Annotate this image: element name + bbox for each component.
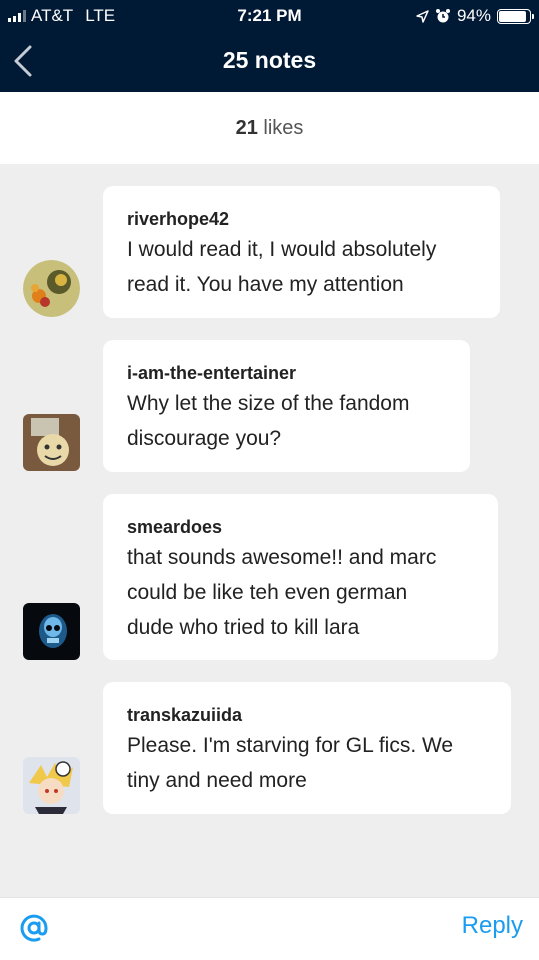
top-bar: AT&T LTE 7:21 PM 94% 25 notes — [0, 0, 539, 92]
note-line: Please. I'm starving for GL fics. We — [127, 734, 454, 757]
note-text: I would read it, I would absolutely read… — [127, 232, 478, 302]
avatar[interactable] — [23, 757, 80, 814]
reply-bar: Reply — [0, 897, 539, 960]
note-bubble: i-am-the-entertainer Why let the size of… — [103, 340, 470, 472]
note-line: discourage you? — [127, 427, 282, 450]
note-line: Why let the size of the fandom — [127, 392, 410, 415]
note-username[interactable]: riverhope42 — [127, 208, 478, 230]
note-line: dude who tried to kill lara — [127, 616, 360, 639]
note-text: Why let the size of the fandom discourag… — [127, 386, 448, 456]
notes-feed[interactable]: riverhope42 I would read it, I would abs… — [0, 164, 539, 897]
avatar-face-image — [23, 414, 80, 471]
note-text: Please. I'm starving for GL fics. We tin… — [127, 728, 489, 798]
note-line: that sounds awesome!! and marc — [127, 546, 437, 569]
note-username[interactable]: smeardoes — [127, 516, 476, 538]
status-bar: AT&T LTE 7:21 PM 94% — [0, 0, 539, 32]
note-line: read it. You have my attention — [127, 273, 404, 296]
note-text: that sounds awesome!! and marc could be … — [127, 540, 476, 645]
note-username[interactable]: transkazuiida — [127, 704, 489, 726]
note-line: I would read it, I would absolutely — [127, 238, 437, 261]
avatar[interactable] — [23, 260, 80, 317]
alarm-clock-icon — [435, 9, 450, 23]
note-line: tiny and need more — [127, 769, 307, 792]
note-username[interactable]: i-am-the-entertainer — [127, 362, 448, 384]
avatar-bee-image — [23, 260, 80, 317]
avatar-anime-image — [23, 757, 80, 814]
avatar[interactable] — [23, 414, 80, 471]
note-bubble: transkazuiida Please. I'm starving for G… — [103, 682, 511, 814]
location-arrow-icon — [416, 9, 429, 23]
page-title: 25 notes — [222, 47, 317, 73]
status-right: 94% — [416, 6, 534, 26]
battery-percent: 94% — [456, 6, 491, 25]
note-line: could be like teh even german — [127, 581, 408, 604]
likes-summary[interactable]: 21 likes — [0, 92, 539, 164]
note-bubble: smeardoes that sounds awesome!! and marc… — [103, 494, 498, 660]
battery-icon — [497, 8, 534, 24]
reply-button[interactable]: Reply — [462, 912, 523, 940]
avatar[interactable] — [23, 603, 80, 660]
note-bubble: riverhope42 I would read it, I would abs… — [103, 186, 500, 318]
likes-count: 21 — [235, 117, 258, 139]
avatar-skull-image — [23, 603, 80, 660]
at-sign-icon[interactable] — [18, 912, 50, 944]
likes-label: likes — [263, 117, 304, 139]
